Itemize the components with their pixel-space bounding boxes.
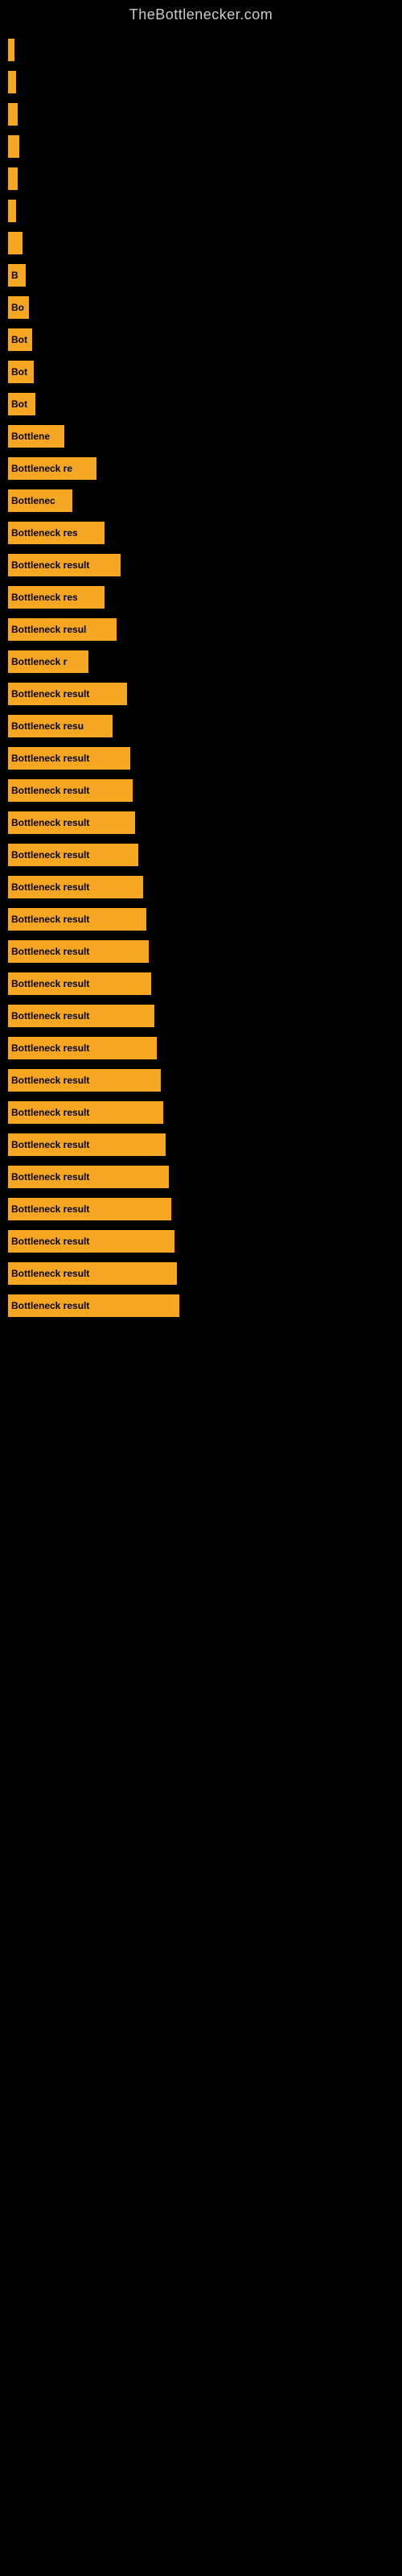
bar-row: Bottleneck result bbox=[8, 1065, 394, 1096]
bottleneck-bar: Bottleneck res bbox=[8, 522, 105, 544]
bar-row: Bottleneck res bbox=[8, 582, 394, 613]
bottleneck-bar bbox=[8, 39, 14, 61]
bottleneck-bar: Bottleneck result bbox=[8, 1037, 157, 1059]
bar-row bbox=[8, 163, 394, 194]
bottleneck-bar bbox=[8, 167, 18, 190]
bottleneck-bar: Bottleneck result bbox=[8, 1230, 174, 1253]
bar-row bbox=[8, 35, 394, 65]
bar-row bbox=[8, 131, 394, 162]
bar-row: Bottleneck result bbox=[8, 1162, 394, 1192]
bar-row bbox=[8, 99, 394, 130]
bottleneck-bar: Bottleneck resu bbox=[8, 715, 113, 737]
bottleneck-bar: Bottleneck result bbox=[8, 554, 121, 576]
bottleneck-bar bbox=[8, 71, 16, 93]
bar-row bbox=[8, 67, 394, 97]
bottleneck-bar: Bo bbox=[8, 296, 29, 319]
bottleneck-bar: Bottlenec bbox=[8, 489, 72, 512]
bottleneck-bar: Bottleneck result bbox=[8, 779, 133, 802]
bar-row: Bottleneck re bbox=[8, 453, 394, 484]
bottleneck-bar: Bottleneck result bbox=[8, 1101, 163, 1124]
bottleneck-bar: Bottleneck res bbox=[8, 586, 105, 609]
bottleneck-bar: Bottlene bbox=[8, 425, 64, 448]
bottleneck-bar: Bottleneck result bbox=[8, 940, 149, 963]
bottleneck-bar: Bottleneck result bbox=[8, 844, 138, 866]
bar-row: Bottleneck result bbox=[8, 550, 394, 580]
bottleneck-bar bbox=[8, 103, 18, 126]
bar-row: Bottleneck result bbox=[8, 968, 394, 999]
bar-row: Bottleneck res bbox=[8, 518, 394, 548]
bar-row: Bottleneck result bbox=[8, 936, 394, 967]
bar-row: Bottleneck result bbox=[8, 807, 394, 838]
bottleneck-bar: Bot bbox=[8, 393, 35, 415]
bottleneck-bar: Bottleneck result bbox=[8, 683, 127, 705]
bottleneck-bar: Bottleneck result bbox=[8, 908, 146, 931]
bar-row: Bot bbox=[8, 389, 394, 419]
bar-row: Bottleneck result bbox=[8, 840, 394, 870]
bar-row: Bot bbox=[8, 357, 394, 387]
bottleneck-bar: Bottleneck result bbox=[8, 1069, 161, 1092]
bar-row: Bottleneck result bbox=[8, 775, 394, 806]
bar-row: Bottleneck result bbox=[8, 1258, 394, 1289]
bar-row: Bottleneck resu bbox=[8, 711, 394, 741]
bottleneck-bar: Bottleneck re bbox=[8, 457, 96, 480]
bar-row: Bottleneck result bbox=[8, 1226, 394, 1257]
bottleneck-bar: Bottleneck result bbox=[8, 1005, 154, 1027]
bottleneck-bar: Bottleneck result bbox=[8, 1294, 179, 1317]
bar-row: Bottleneck result bbox=[8, 1001, 394, 1031]
bottleneck-bar: Bottleneck result bbox=[8, 876, 143, 898]
bar-row bbox=[8, 228, 394, 258]
bars-container: B Bo Bot Bot Bot Bottlene Bottleneck re Bottlen… bbox=[0, 27, 402, 1331]
bar-row: Bottleneck result bbox=[8, 1194, 394, 1224]
bar-row: Bottleneck result bbox=[8, 1290, 394, 1321]
bottleneck-bar: Bottleneck r bbox=[8, 650, 88, 673]
bar-row: Bot bbox=[8, 324, 394, 355]
bar-row: Bottleneck result bbox=[8, 1033, 394, 1063]
bottleneck-bar: Bottleneck result bbox=[8, 1166, 169, 1188]
bar-row: Bottleneck result bbox=[8, 679, 394, 709]
site-title: TheBottlenecker.com bbox=[0, 0, 402, 27]
bar-row: Bottlene bbox=[8, 421, 394, 452]
bar-row: Bottlenec bbox=[8, 485, 394, 516]
bar-row: Bottleneck result bbox=[8, 872, 394, 902]
bar-row: Bottleneck result bbox=[8, 904, 394, 935]
bar-row: Bottleneck r bbox=[8, 646, 394, 677]
bar-row: Bottleneck result bbox=[8, 1129, 394, 1160]
bar-row: Bottleneck result bbox=[8, 1097, 394, 1128]
bottleneck-bar: Bottleneck result bbox=[8, 1133, 166, 1156]
bottleneck-bar bbox=[8, 232, 23, 254]
bottleneck-bar: Bottleneck result bbox=[8, 972, 151, 995]
bottleneck-bar: Bottleneck result bbox=[8, 1198, 171, 1220]
bar-row: B bbox=[8, 260, 394, 291]
bottleneck-bar: Bottleneck resul bbox=[8, 618, 117, 641]
bar-row: Bottleneck result bbox=[8, 743, 394, 774]
bottleneck-bar: Bottleneck result bbox=[8, 747, 130, 770]
bottleneck-bar: Bottleneck result bbox=[8, 1262, 177, 1285]
bar-row: Bo bbox=[8, 292, 394, 323]
bottleneck-bar: B bbox=[8, 264, 26, 287]
bar-row bbox=[8, 196, 394, 226]
bottleneck-bar bbox=[8, 135, 19, 158]
bottleneck-bar: Bottleneck result bbox=[8, 811, 135, 834]
bottleneck-bar bbox=[8, 200, 16, 222]
bar-row: Bottleneck resul bbox=[8, 614, 394, 645]
bottleneck-bar: Bot bbox=[8, 361, 34, 383]
bottleneck-bar: Bot bbox=[8, 328, 32, 351]
